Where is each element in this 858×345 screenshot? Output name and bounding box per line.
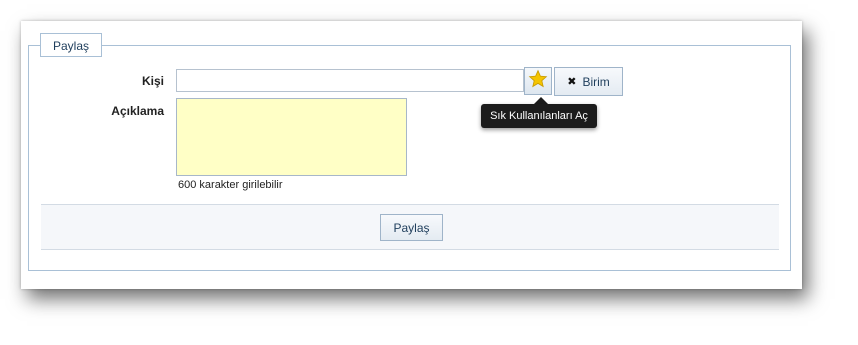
birim-button[interactable]: ✖ Birim <box>554 67 623 96</box>
birim-label: Birim <box>582 74 610 89</box>
panel-legend: Paylaş <box>40 33 103 57</box>
kisi-label: Kişi <box>141 74 164 88</box>
share-submit-button[interactable]: Paylaş <box>380 214 443 241</box>
favorites-button[interactable] <box>524 67 552 95</box>
character-counter: 600 karakter girilebilir <box>178 179 283 191</box>
close-icon: ✖ <box>567 76 577 88</box>
star-icon <box>528 69 548 94</box>
aciklama-label: Açıklama <box>111 104 164 118</box>
tooltip-arrow <box>534 97 548 104</box>
aciklama-textarea[interactable] <box>176 98 407 176</box>
kisi-input[interactable] <box>176 69 524 92</box>
favorites-tooltip: Sık Kullanılanları Aç <box>481 104 597 128</box>
